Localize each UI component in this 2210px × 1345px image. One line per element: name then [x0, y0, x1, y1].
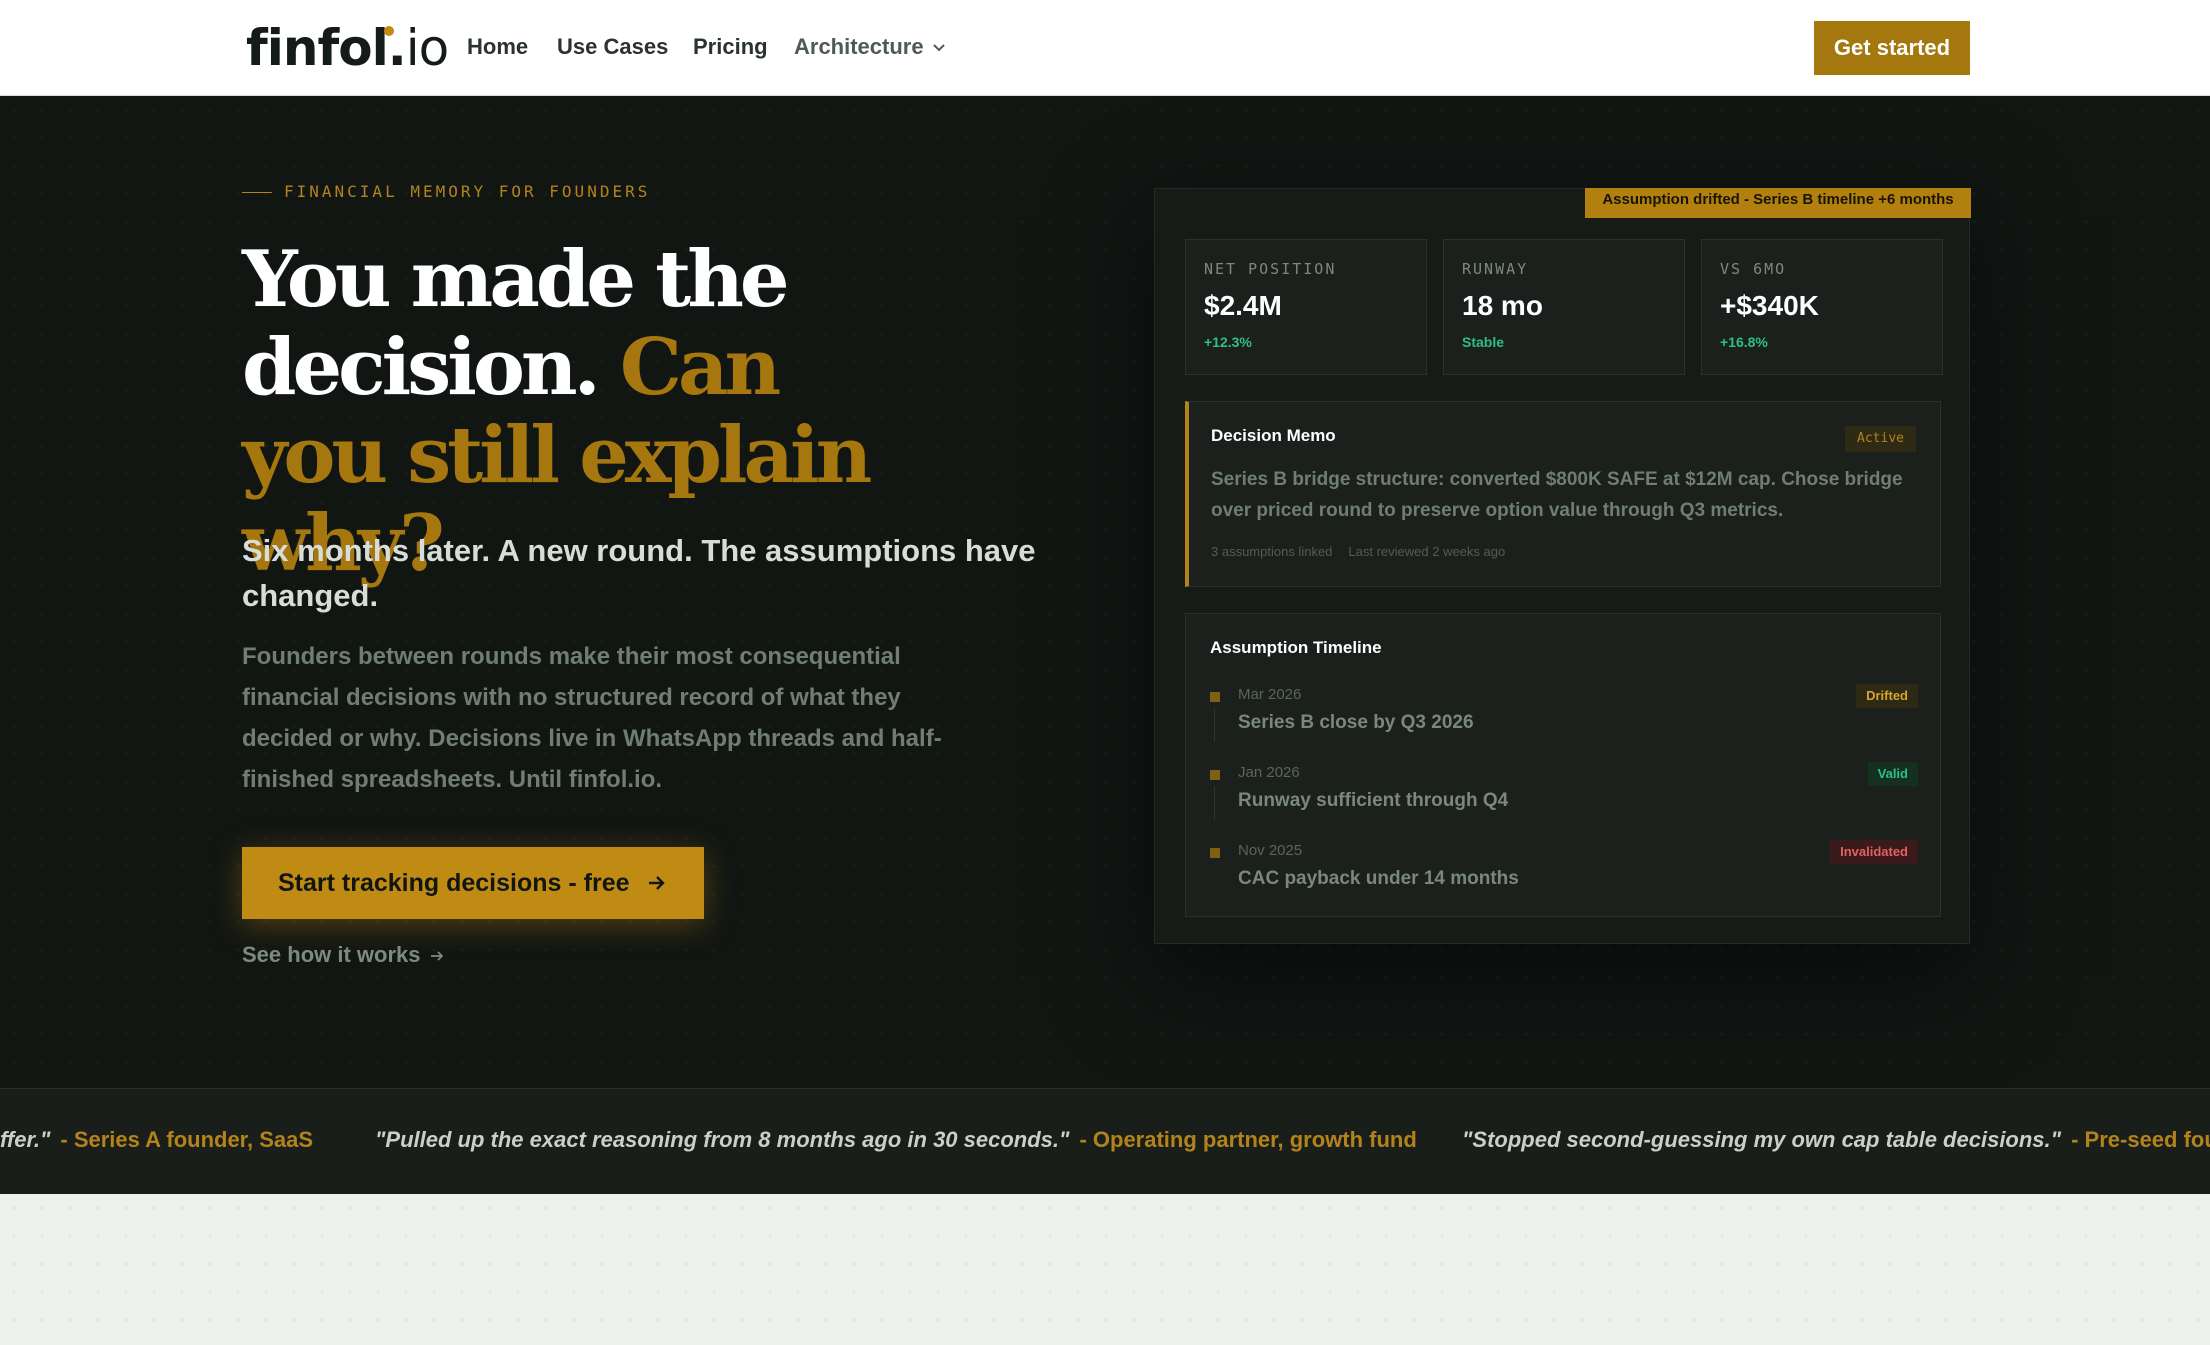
- stat-delta: +12.3%: [1204, 334, 1252, 350]
- timeline-marker-icon: [1210, 770, 1220, 780]
- timeline-text: CAC payback under 14 months: [1238, 868, 1519, 889]
- nav-link-home[interactable]: Home: [467, 30, 528, 64]
- timeline-item[interactable]: Mar 2026 Series B close by Q3 2026 Drift…: [1210, 684, 1918, 748]
- testimonial-item: "Pulled up the exact reasoning from 8 mo…: [375, 1127, 1417, 1153]
- logo[interactable]: finfol.io: [246, 14, 449, 77]
- testimonial-author: - Series A founder, SaaS: [60, 1127, 314, 1152]
- stat-value: $2.4M: [1204, 290, 1282, 321]
- next-section-background: [0, 1194, 2210, 1345]
- timeline-connector: [1214, 708, 1215, 742]
- timeline-item[interactable]: Nov 2025 CAC payback under 14 months Inv…: [1210, 840, 1918, 904]
- timeline-text: Runway sufficient through Q4: [1238, 790, 1509, 811]
- testimonial-quote: "Stopped second-guessing my own cap tabl…: [1462, 1127, 2062, 1152]
- memo-assumption-count: 3 assumptions linked: [1211, 544, 1333, 559]
- hero-body: Founders between rounds make their most …: [242, 643, 942, 793]
- testimonial-quote: "Pulled up the exact reasoning from 8 mo…: [375, 1127, 1070, 1152]
- hero-eyebrow: FINANCIAL MEMORY FOR FOUNDERS: [284, 182, 651, 201]
- nav-link-use-cases[interactable]: Use Cases: [557, 30, 668, 64]
- logo-main: finfol.: [246, 19, 407, 77]
- testimonial-author: - Operating partner, growth fund: [1079, 1127, 1417, 1152]
- timeline-marker-icon: [1210, 848, 1220, 858]
- arrow-right-icon: [649, 876, 665, 890]
- stat-vs-6mo: VS 6MO +$340K +16.8%: [1701, 239, 1943, 375]
- dashboard-preview: Assumption drifted - Series B timeline +…: [1154, 188, 1971, 944]
- testimonial-item: ffer." - Series A founder, SaaS: [0, 1127, 313, 1153]
- timeline-connector: [1214, 786, 1215, 820]
- memo-title: Decision Memo: [1211, 426, 1336, 445]
- stat-delta: Stable: [1462, 334, 1505, 350]
- memo-last-reviewed: Last reviewed 2 weeks ago: [1348, 544, 1506, 559]
- status-badge: Invalidated: [1830, 840, 1918, 864]
- status-badge: Drifted: [1856, 684, 1918, 708]
- drift-alert-banner: Assumption drifted - Series B timeline +…: [1585, 188, 1971, 218]
- chevron-down-icon: [932, 44, 945, 52]
- timeline-marker-icon: [1210, 692, 1220, 702]
- stat-value: 18 mo: [1462, 290, 1543, 321]
- stat-runway: RUNWAY 18 mo Stable: [1443, 239, 1685, 375]
- memo-text: Series B bridge structure: converted $80…: [1211, 469, 1903, 521]
- testimonial-marquee: ffer." - Series A founder, SaaS "Pulled u…: [0, 1088, 2210, 1195]
- stat-net-position: NET POSITION $2.4M +12.3%: [1185, 239, 1427, 375]
- nav-link-pricing[interactable]: Pricing: [693, 30, 768, 64]
- timeline-title: Assumption Timeline: [1210, 638, 1382, 657]
- logo-accent-dot: [384, 26, 394, 36]
- get-started-button[interactable]: Get started: [1814, 21, 1970, 75]
- nav-link-architecture-label: Architecture: [794, 34, 924, 59]
- timeline-date: Nov 2025: [1238, 842, 1303, 859]
- stat-label: NET POSITION: [1204, 260, 1337, 278]
- assumption-timeline-card: Assumption Timeline Mar 2026 Series B cl…: [1185, 613, 1941, 917]
- hero-subhead: Six months later. A new round. The assum…: [242, 533, 1036, 613]
- status-badge: Active: [1845, 426, 1916, 452]
- status-badge: Valid: [1867, 762, 1918, 786]
- timeline-item[interactable]: Jan 2026 Runway sufficient through Q4 Va…: [1210, 762, 1918, 826]
- top-navigation: finfol.io Home Use Cases Pricing Archite…: [0, 0, 2210, 96]
- testimonial-author: - Pre-seed foun: [2071, 1127, 2210, 1152]
- testimonial-quote: ffer.": [0, 1127, 51, 1152]
- timeline-date: Mar 2026: [1238, 686, 1302, 703]
- timeline-date: Jan 2026: [1238, 764, 1300, 781]
- testimonial-item: "Stopped second-guessing my own cap tabl…: [1462, 1127, 2210, 1153]
- start-tracking-button[interactable]: Start tracking decisions - free: [242, 847, 704, 919]
- stat-label: VS 6MO: [1720, 260, 1787, 278]
- stat-value: +$340K: [1720, 290, 1819, 321]
- stat-label: RUNWAY: [1462, 260, 1529, 278]
- hero-section: FINANCIAL MEMORY FOR FOUNDERS You made t…: [0, 96, 2210, 1088]
- logo-suffix: io: [405, 19, 449, 77]
- see-how-it-works-label: See how it works: [242, 942, 421, 967]
- arrow-right-icon: [430, 951, 443, 961]
- see-how-it-works-link[interactable]: See how it works: [242, 938, 445, 972]
- start-tracking-label: Start tracking decisions - free: [278, 868, 630, 897]
- eyebrow-rule: [242, 192, 272, 193]
- nav-link-architecture[interactable]: Architecture: [794, 30, 946, 64]
- memo-meta: 3 assumptions linked Last reviewed 2 week…: [1211, 544, 1505, 559]
- timeline-text: Series B close by Q3 2026: [1238, 712, 1474, 733]
- stat-delta: +16.8%: [1720, 334, 1768, 350]
- decision-memo-card[interactable]: Decision Memo Active Series B bridge str…: [1185, 401, 1941, 587]
